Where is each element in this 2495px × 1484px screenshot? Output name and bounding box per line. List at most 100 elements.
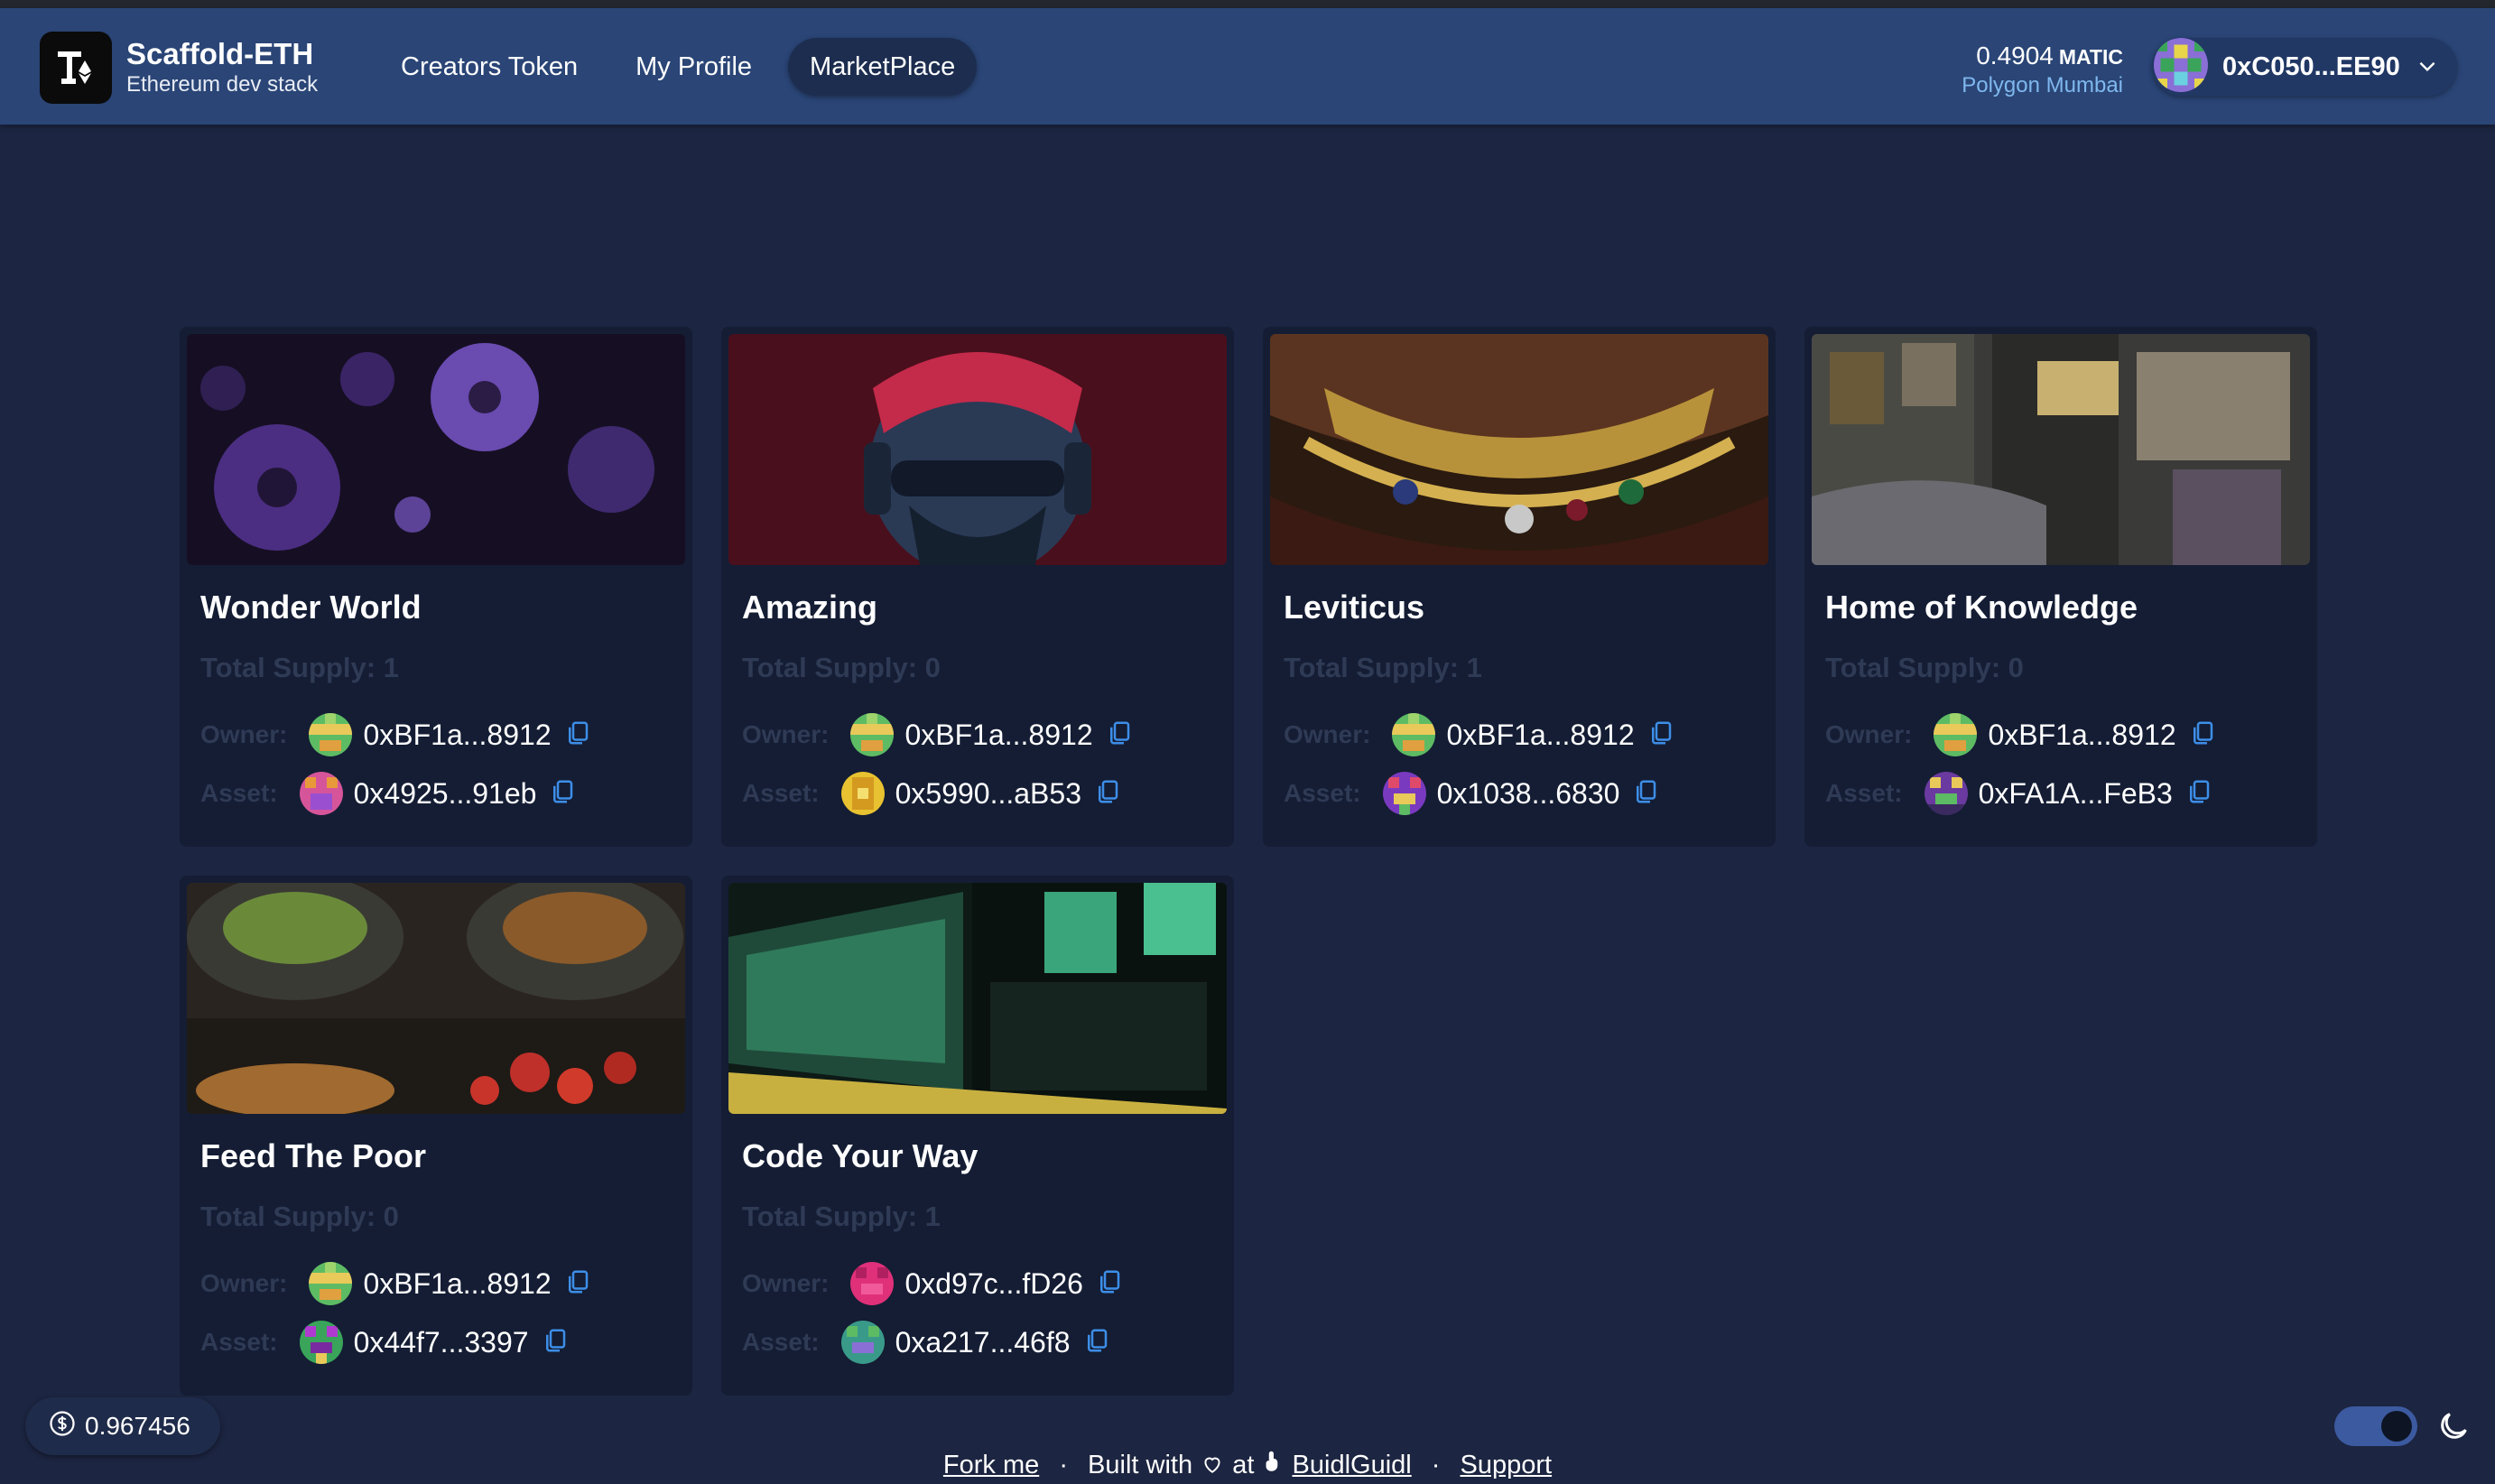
copy-icon[interactable] (542, 1325, 569, 1360)
moon-icon (2435, 1408, 2472, 1449)
fork-me-link[interactable]: Fork me (943, 1451, 1039, 1479)
asset-avatar (1382, 772, 1426, 815)
owner-label: Owner: (1825, 720, 1913, 748)
nft-total-supply: Total Supply: 0 (200, 1201, 399, 1232)
nft-card[interactable]: Leviticus Total Supply: 1 Owner: 0xBF1a.… (1263, 327, 1776, 847)
asset-avatar (299, 1321, 343, 1364)
nft-total-supply: Total Supply: 1 (200, 652, 399, 683)
brand-title: Scaffold-ETH (126, 37, 314, 70)
nft-image (728, 883, 1227, 1114)
owner-avatar (309, 1262, 353, 1305)
owner-address: 0xBF1a...8912 (904, 718, 1093, 751)
owner-avatar (850, 1262, 895, 1305)
nft-title: Feed The Poor (200, 1137, 427, 1174)
nft-image (1270, 334, 1768, 565)
asset-label: Asset: (1825, 779, 1903, 807)
nft-image (1812, 334, 2310, 565)
owner-address: 0xBF1a...8912 (1446, 718, 1635, 751)
account-address: 0xC050...EE90 (2222, 51, 2400, 81)
nft-card[interactable]: Wonder World Total Supply: 1 Owner: 0xBF… (180, 327, 692, 847)
chevron-down-icon (2416, 54, 2439, 82)
copy-icon[interactable] (549, 776, 576, 812)
built-with-text: Built with (1088, 1451, 1193, 1479)
buidlguidl-link[interactable]: BuidlGuidl (1293, 1451, 1412, 1479)
asset-address: 0x5990...aB53 (895, 776, 1081, 810)
copy-icon[interactable] (1083, 1325, 1110, 1360)
asset-address: 0x1038...6830 (1436, 776, 1620, 810)
scaffold-logo-icon (40, 32, 112, 104)
nft-title: Amazing (742, 589, 878, 626)
asset-avatar (840, 772, 885, 815)
account-avatar (2154, 37, 2208, 97)
wallet-balance: 0.4904 MATIC Polygon Mumbai (1962, 41, 2123, 99)
asset-label: Asset: (742, 779, 820, 807)
copy-icon[interactable] (2185, 776, 2212, 812)
owner-address: 0xBF1a...8912 (1988, 718, 2176, 751)
nft-title: Code Your Way (742, 1137, 979, 1174)
nav-my-profile[interactable]: My Profile (614, 38, 774, 96)
nft-total-supply: Total Supply: 0 (1825, 652, 2024, 683)
heart-icon (1200, 1451, 1225, 1479)
asset-avatar (840, 1321, 885, 1364)
asset-label: Asset: (200, 1328, 278, 1356)
account-dropdown-button[interactable]: 0xC050...EE90 (2152, 37, 2457, 97)
nav-marketplace[interactable]: MarketPlace (788, 38, 978, 96)
nav-creators-token[interactable]: Creators Token (379, 38, 599, 96)
copy-icon[interactable] (1647, 718, 1674, 753)
nav-menu: Creators Token My Profile MarketPlace (379, 38, 991, 96)
navbar: Scaffold-ETH Ethereum dev stack Creators… (0, 8, 2495, 125)
owner-address: 0xd97c...fD26 (904, 1266, 1083, 1300)
nft-title: Home of Knowledge (1825, 589, 2138, 626)
asset-label: Asset: (200, 779, 278, 807)
nft-title: Wonder World (200, 589, 422, 626)
owner-avatar (850, 713, 895, 756)
nft-title: Leviticus (1284, 589, 1425, 626)
owner-label: Owner: (200, 720, 288, 748)
owner-label: Owner: (200, 1269, 288, 1297)
asset-address: 0xa217...46f8 (895, 1325, 1071, 1359)
faucet-balance-value: 0.967456 (85, 1412, 190, 1440)
nft-total-supply: Total Supply: 1 (1284, 652, 1482, 683)
nft-card[interactable]: Feed The Poor Total Supply: 0 Owner: 0xB… (180, 876, 692, 1396)
owner-address: 0xBF1a...8912 (363, 1266, 552, 1300)
owner-address: 0xBF1a...8912 (363, 718, 552, 751)
nft-total-supply: Total Supply: 1 (742, 1201, 941, 1232)
asset-address: 0x44f7...3397 (353, 1325, 529, 1359)
brand-subtitle: Ethereum dev stack (126, 72, 319, 97)
owner-label: Owner: (742, 720, 830, 748)
copy-icon[interactable] (564, 1266, 591, 1302)
balance-symbol: MATIC (2058, 45, 2123, 69)
asset-avatar (1924, 772, 1968, 815)
copy-icon[interactable] (2189, 718, 2216, 753)
nft-card[interactable]: Home of Knowledge Total Supply: 0 Owner:… (1804, 327, 2317, 847)
nft-image (728, 334, 1227, 565)
support-link[interactable]: Support (1461, 1451, 1553, 1479)
owner-avatar (1392, 713, 1436, 756)
asset-label: Asset: (742, 1328, 820, 1356)
owner-avatar (309, 713, 353, 756)
copy-icon[interactable] (1632, 776, 1659, 812)
faucet-balance-button[interactable]: 0.967456 (25, 1397, 220, 1455)
nft-card[interactable]: Amazing Total Supply: 0 Owner: 0xBF1a...… (721, 327, 1234, 847)
brand[interactable]: Scaffold-ETH Ethereum dev stack (40, 32, 318, 104)
owner-avatar (1934, 713, 1978, 756)
nft-image (187, 883, 685, 1114)
at-text: at (1232, 1451, 1255, 1479)
copy-icon[interactable] (564, 718, 591, 753)
asset-avatar (299, 772, 343, 815)
copy-icon[interactable] (1106, 718, 1133, 753)
window-top-strip (0, 0, 2495, 8)
nft-card[interactable]: Code Your Way Total Supply: 1 Owner: 0xd… (721, 876, 1234, 1396)
owner-label: Owner: (742, 1269, 830, 1297)
asset-address: 0xFA1A...FeB3 (1978, 776, 2173, 810)
copy-icon[interactable] (1094, 776, 1121, 812)
dollar-icon (49, 1410, 76, 1443)
asset-address: 0x4925...91eb (353, 776, 537, 810)
balance-value: 0.4904 (1976, 42, 2054, 70)
hand-icon (1261, 1451, 1285, 1479)
copy-icon[interactable] (1096, 1266, 1123, 1302)
footer: Fork me · Built with at BuidlGuidl · Sup… (942, 1451, 1553, 1479)
owner-label: Owner: (1284, 720, 1371, 748)
nft-total-supply: Total Supply: 0 (742, 652, 941, 683)
theme-toggle[interactable] (2334, 1406, 2417, 1446)
